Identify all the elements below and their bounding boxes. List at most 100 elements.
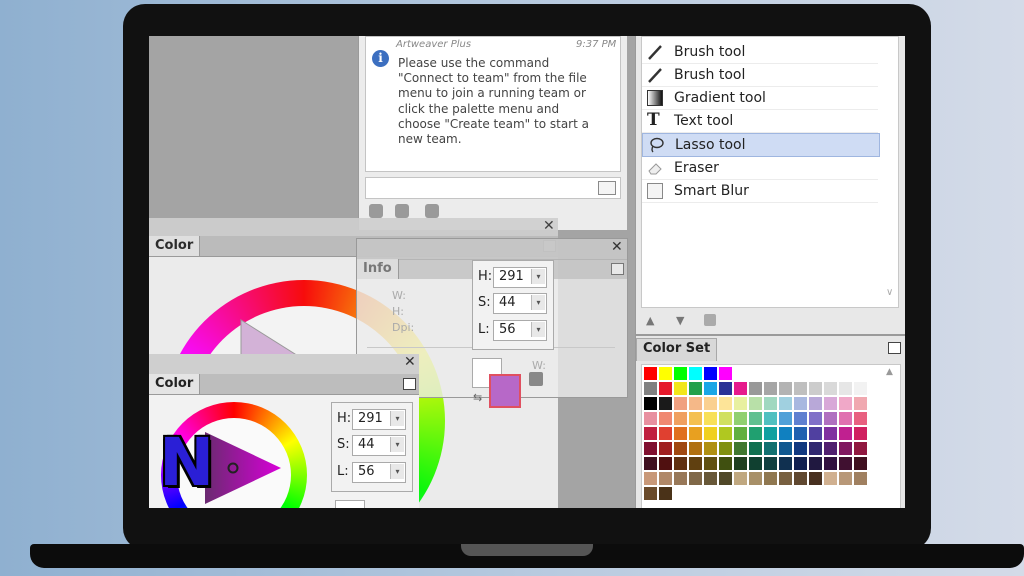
- color-swatch[interactable]: [674, 397, 687, 410]
- color-swatch[interactable]: [659, 442, 672, 455]
- color-swatch[interactable]: [644, 397, 657, 410]
- tool-item-eraser[interactable]: Eraser: [642, 157, 878, 180]
- move-down-icon[interactable]: ▼: [676, 314, 684, 327]
- tool-item-text[interactable]: T Text tool: [642, 110, 878, 133]
- chevron-down-icon[interactable]: ▾: [390, 464, 404, 479]
- color-swatch[interactable]: [854, 412, 867, 425]
- color-swatch[interactable]: [749, 367, 762, 380]
- color-swatch[interactable]: [824, 472, 837, 485]
- color-swatch[interactable]: [749, 382, 762, 395]
- color-swatch[interactable]: [335, 500, 365, 508]
- color-swatch[interactable]: [659, 412, 672, 425]
- panel-menu-icon[interactable]: [888, 342, 901, 354]
- color-swatch[interactable]: [689, 442, 702, 455]
- chevron-down-icon[interactable]: ▾: [531, 322, 545, 337]
- saturation-field[interactable]: 44 ▾: [493, 293, 547, 314]
- color-swatch[interactable]: [854, 427, 867, 440]
- color-swatch[interactable]: [854, 442, 867, 455]
- color-swatch[interactable]: [689, 382, 702, 395]
- color-swatch[interactable]: [839, 367, 852, 380]
- color-swatch[interactable]: [824, 442, 837, 455]
- color-swatch[interactable]: [854, 367, 867, 380]
- color-swatch[interactable]: [719, 382, 732, 395]
- swap-colors-icon[interactable]: ⇆: [473, 391, 482, 404]
- color-swatch[interactable]: [839, 457, 852, 470]
- chat-input[interactable]: [365, 177, 621, 199]
- color-swatch[interactable]: [674, 427, 687, 440]
- color-swatch[interactable]: [659, 457, 672, 470]
- saturation-field[interactable]: 44 ▾: [352, 435, 406, 456]
- color-swatch[interactable]: [779, 427, 792, 440]
- scroll-up-icon[interactable]: ▲: [886, 367, 893, 377]
- color-swatch[interactable]: [764, 412, 777, 425]
- scroll-down-icon[interactable]: ∨: [886, 287, 893, 298]
- color-swatch[interactable]: [704, 367, 717, 380]
- color-swatch[interactable]: [734, 442, 747, 455]
- color-swatch[interactable]: [854, 382, 867, 395]
- color-swatch[interactable]: [809, 397, 822, 410]
- color-swatch[interactable]: [794, 382, 807, 395]
- color-swatch[interactable]: [644, 442, 657, 455]
- chevron-down-icon[interactable]: ▾: [531, 269, 545, 284]
- color-swatch[interactable]: [719, 427, 732, 440]
- color-swatch[interactable]: [689, 397, 702, 410]
- color-swatch[interactable]: [704, 472, 717, 485]
- color-swatch[interactable]: [809, 427, 822, 440]
- color-swatch[interactable]: [764, 472, 777, 485]
- color-swatch[interactable]: [794, 427, 807, 440]
- color-swatch[interactable]: [644, 427, 657, 440]
- color-swatch[interactable]: [689, 427, 702, 440]
- tab-info[interactable]: Info: [357, 259, 399, 279]
- panel-menu-icon[interactable]: [611, 263, 624, 275]
- color-swatch[interactable]: [734, 427, 747, 440]
- color-swatch[interactable]: [749, 427, 762, 440]
- color-swatch[interactable]: [809, 367, 822, 380]
- color-swatch[interactable]: [704, 442, 717, 455]
- tab-color[interactable]: Color: [149, 236, 201, 256]
- hue-field[interactable]: 291 ▾: [352, 409, 406, 430]
- color-swatch[interactable]: [749, 397, 762, 410]
- eyedropper-icon[interactable]: [529, 372, 543, 386]
- color-swatch[interactable]: [809, 412, 822, 425]
- close-icon[interactable]: ✕: [543, 218, 555, 234]
- color-swatch[interactable]: [704, 382, 717, 395]
- color-swatch[interactable]: [779, 397, 792, 410]
- color-swatch[interactable]: [794, 397, 807, 410]
- color-swatch[interactable]: [839, 442, 852, 455]
- color-swatch[interactable]: [689, 367, 702, 380]
- color-swatch[interactable]: [779, 457, 792, 470]
- color-swatch[interactable]: [764, 367, 777, 380]
- color-swatch[interactable]: [704, 427, 717, 440]
- color-swatch[interactable]: [749, 457, 762, 470]
- color-swatch[interactable]: [704, 397, 717, 410]
- color-swatch[interactable]: [659, 472, 672, 485]
- color-swatch[interactable]: [644, 412, 657, 425]
- color-swatch[interactable]: [719, 472, 732, 485]
- color-swatch[interactable]: [644, 487, 657, 500]
- tab-color[interactable]: Color: [149, 374, 201, 394]
- color-swatch[interactable]: [659, 487, 672, 500]
- color-swatch[interactable]: [854, 472, 867, 485]
- user-icon[interactable]: [369, 204, 383, 218]
- color-swatch[interactable]: [824, 412, 837, 425]
- color-swatch[interactable]: [839, 412, 852, 425]
- color-swatch[interactable]: [704, 412, 717, 425]
- color-swatch[interactable]: [839, 397, 852, 410]
- color-swatch[interactable]: [779, 442, 792, 455]
- color-swatch[interactable]: [764, 397, 777, 410]
- color-swatch[interactable]: [809, 442, 822, 455]
- color-swatch[interactable]: [794, 412, 807, 425]
- color-swatch[interactable]: [689, 472, 702, 485]
- color-swatch[interactable]: [824, 382, 837, 395]
- chevron-down-icon[interactable]: ▾: [531, 295, 545, 310]
- color-swatch[interactable]: [839, 472, 852, 485]
- tool-item-gradient[interactable]: Gradient tool: [642, 87, 878, 110]
- color-swatch[interactable]: [674, 472, 687, 485]
- close-icon[interactable]: ✕: [611, 239, 623, 255]
- color-swatch[interactable]: [824, 397, 837, 410]
- color-swatch[interactable]: [734, 412, 747, 425]
- trash-icon[interactable]: [704, 314, 716, 326]
- color-swatch[interactable]: [764, 457, 777, 470]
- color-swatch[interactable]: [764, 442, 777, 455]
- color-swatch[interactable]: [734, 397, 747, 410]
